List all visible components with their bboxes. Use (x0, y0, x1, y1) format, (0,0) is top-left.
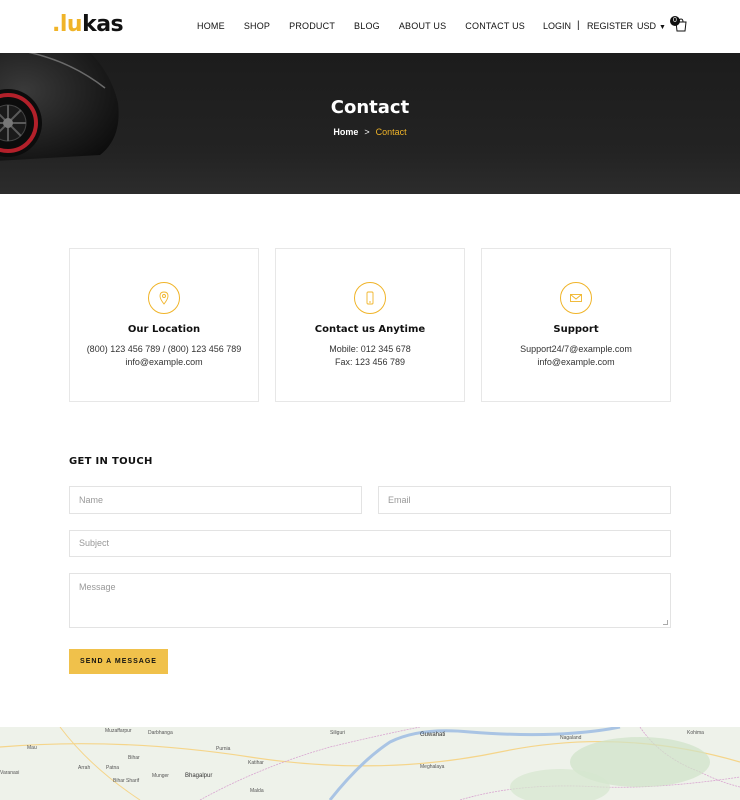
map-label: Darbhanga (148, 730, 173, 736)
map-label: Nagaland (560, 735, 582, 741)
map-label: Purnia (216, 746, 231, 752)
message-placeholder: Message (79, 582, 116, 592)
info-line: Mobile: 012 345 678 (329, 344, 411, 354)
resize-handle-icon[interactable] (663, 620, 668, 625)
breadcrumb-home[interactable]: Home (333, 127, 358, 137)
map-label: Varanasi (0, 770, 20, 776)
logo-text: kas (82, 12, 124, 37)
map-label: Bhagalpur (185, 773, 213, 779)
info-line: info@example.com (125, 357, 203, 367)
send-message-button[interactable]: SEND A MESSAGE (69, 649, 168, 674)
map-label: Malda (250, 788, 264, 794)
info-line: Support24/7@example.com (520, 344, 632, 354)
main-nav: HOME SHOP PRODUCT BLOG ABOUT US CONTACT … (197, 21, 544, 31)
cart-count-badge: 0 (670, 16, 680, 26)
info-line: info@example.com (537, 357, 615, 367)
info-line: Fax: 123 456 789 (334, 357, 406, 367)
nav-product[interactable]: PRODUCT (289, 21, 335, 31)
map-label: Bihar (128, 755, 140, 761)
map-label: Siliguri (330, 730, 346, 736)
nav-home[interactable]: HOME (197, 21, 225, 31)
breadcrumb: Home > Contact (0, 127, 740, 137)
login-separator: | (577, 20, 580, 31)
currency-dropdown[interactable]: USD ▼ (637, 21, 666, 31)
location-pin-icon (148, 282, 180, 314)
breadcrumb-current: Contact (375, 127, 407, 137)
map-label: Patna (106, 765, 120, 771)
nav-contact-us[interactable]: CONTACT US (465, 21, 525, 31)
info-box-location: Our Location (800) 123 456 789 / (800) 1… (69, 248, 259, 402)
map-label: Munger (152, 773, 169, 779)
map-label: Katihar (248, 760, 264, 766)
brand-logo[interactable]: .lukas (52, 12, 124, 37)
info-title: Support (553, 324, 599, 335)
map-label: Mau (27, 745, 37, 751)
info-title: Contact us Anytime (314, 324, 426, 335)
map-label: Kohima (687, 730, 704, 736)
breadcrumb-separator: > (364, 127, 370, 137)
message-textarea[interactable]: Message (69, 573, 671, 628)
logo-dot: . (52, 12, 60, 37)
nav-blog[interactable]: BLOG (354, 21, 380, 31)
page-banner: Contact Home > Contact (0, 53, 740, 194)
map-label: Guwahati (420, 732, 446, 738)
info-title: Our Location (127, 324, 201, 335)
chevron-down-icon: ▼ (659, 24, 666, 31)
nav-shop[interactable]: SHOP (244, 21, 270, 31)
name-input[interactable]: Name (69, 486, 362, 514)
map-label: Arrah (78, 765, 91, 771)
mobile-phone-icon (354, 282, 386, 314)
nav-about-us[interactable]: ABOUT US (399, 21, 446, 31)
car-image (0, 53, 119, 161)
email-input[interactable]: Email (378, 486, 671, 514)
envelope-icon (560, 282, 592, 314)
site-header: .lukas HOME SHOP PRODUCT BLOG ABOUT US C… (0, 0, 740, 53)
info-line: (800) 123 456 789 / (800) 123 456 789 (86, 344, 242, 354)
info-box-support: Support Support24/7@example.com info@exa… (481, 248, 671, 402)
form-title: GET IN TOUCH (69, 456, 153, 467)
logo-accent: lu (59, 12, 83, 37)
map-label: Muzaffarpur (105, 728, 132, 734)
map-roads (0, 727, 740, 800)
map-embed[interactable]: Muzaffarpur Darbhanga Mau Bihar Purnia G… (0, 727, 740, 800)
register-link[interactable]: REGISTER (587, 21, 633, 31)
map-label: Meghalaya (420, 764, 445, 770)
info-box-contact: Contact us Anytime Mobile: 012 345 678 F… (275, 248, 465, 402)
subject-input[interactable]: Subject (69, 530, 671, 557)
currency-value: USD (637, 21, 657, 31)
page-title: Contact (330, 97, 410, 118)
map-label: Bihar Sharif (113, 778, 140, 784)
login-link[interactable]: LOGIN (543, 21, 571, 31)
